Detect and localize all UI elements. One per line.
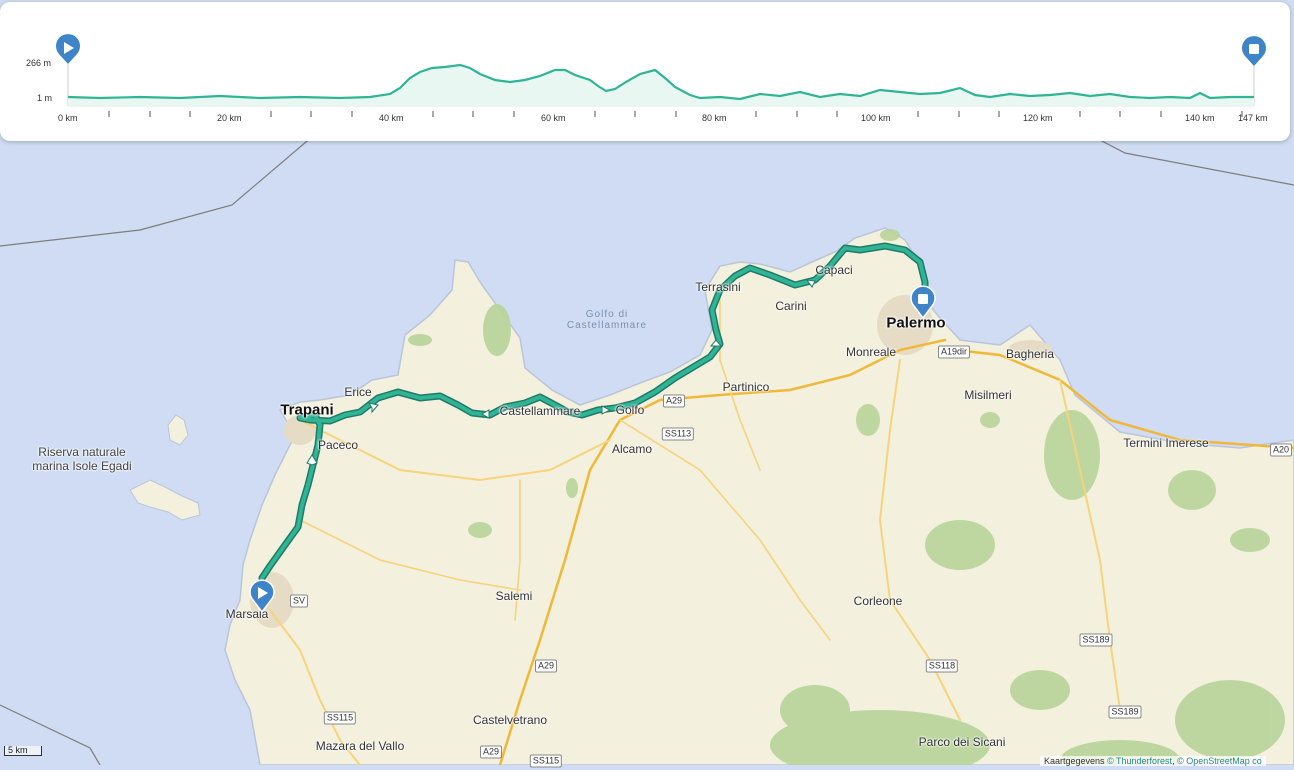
road-shield: SS115 bbox=[323, 711, 357, 725]
road-shield: SS189 bbox=[1108, 705, 1142, 719]
road-shield: A29 bbox=[534, 659, 558, 673]
distance-label: 147 km bbox=[1238, 113, 1268, 123]
distance-label: 120 km bbox=[1023, 113, 1053, 123]
elevation-profile-panel[interactable]: 266 m 1 m 0 km 20 km 40 km 60 km 80 km 1… bbox=[0, 2, 1290, 141]
place-label-castelvetrano: Castelvetrano bbox=[472, 713, 548, 727]
place-label-alcamo: Alcamo bbox=[611, 442, 653, 456]
place-label-monreale: Monreale bbox=[845, 345, 897, 359]
place-label-mazara-del-vallo: Mazara del Vallo bbox=[315, 739, 405, 753]
road-shield: A20 bbox=[1269, 443, 1293, 457]
road-shield: SS189 bbox=[1079, 633, 1113, 647]
place-label-carini: Carini bbox=[775, 299, 807, 313]
road-shield: SV bbox=[289, 594, 309, 608]
profile-start-marker-icon[interactable] bbox=[56, 34, 80, 64]
place-label-capaci: Capaci bbox=[815, 263, 853, 277]
route-end-marker-icon[interactable] bbox=[910, 285, 936, 319]
road-shield: SS118 bbox=[925, 659, 959, 673]
elevation-area bbox=[68, 65, 1254, 106]
place-label-partinico: Partinico bbox=[722, 380, 770, 394]
distance-label: 40 km bbox=[379, 113, 404, 123]
road-shield: A29 bbox=[479, 745, 503, 759]
distance-label: 100 km bbox=[861, 113, 891, 123]
place-label-castellammare: Castellammare bbox=[499, 404, 581, 418]
place-label-corleone: Corleone bbox=[853, 594, 903, 608]
road-shield: A29 bbox=[662, 394, 686, 408]
distance-label: 0 km bbox=[58, 113, 78, 123]
place-label-trapani: Trapani bbox=[280, 401, 334, 419]
road-shield: A19dir bbox=[937, 345, 971, 359]
route-start-marker-icon[interactable] bbox=[249, 579, 275, 613]
place-label-termini-imerese: Termini Imerese bbox=[1123, 436, 1209, 450]
elevation-max-label: 266 m bbox=[26, 58, 52, 68]
map-scale-bar: 5 km bbox=[4, 746, 42, 756]
road-shield: SS113 bbox=[661, 427, 695, 441]
elevation-min-label: 1 m bbox=[37, 93, 53, 103]
distance-ticks bbox=[108, 111, 1243, 117]
place-label-golfo: Golfo bbox=[615, 403, 645, 417]
place-label-bagheria: Bagheria bbox=[1005, 347, 1055, 361]
elevation-chart[interactable] bbox=[0, 2, 1290, 141]
place-label-parco-dei-sicani: Parco dei Sicani bbox=[918, 735, 1006, 749]
place-label-terrasini: Terrasini bbox=[695, 280, 741, 294]
place-label-paceco: Paceco bbox=[317, 438, 359, 452]
profile-end-marker-icon[interactable] bbox=[1242, 36, 1266, 66]
place-label-salemi: Salemi bbox=[495, 589, 533, 603]
distance-label: 20 km bbox=[217, 113, 242, 123]
reserve-label-isole-egadi: Riserva naturale marina Isole Egadi bbox=[32, 445, 132, 473]
road-shield: SS115 bbox=[529, 754, 563, 768]
distance-label: 60 km bbox=[541, 113, 566, 123]
distance-label: 80 km bbox=[702, 113, 727, 123]
distance-label: 140 km bbox=[1185, 113, 1215, 123]
sea-label-golfo-di-castellammare: Golfo di Castellammare bbox=[566, 309, 648, 331]
place-label-erice: Erice bbox=[344, 385, 372, 399]
place-label-misilmeri: Misilmeri bbox=[964, 388, 1012, 402]
